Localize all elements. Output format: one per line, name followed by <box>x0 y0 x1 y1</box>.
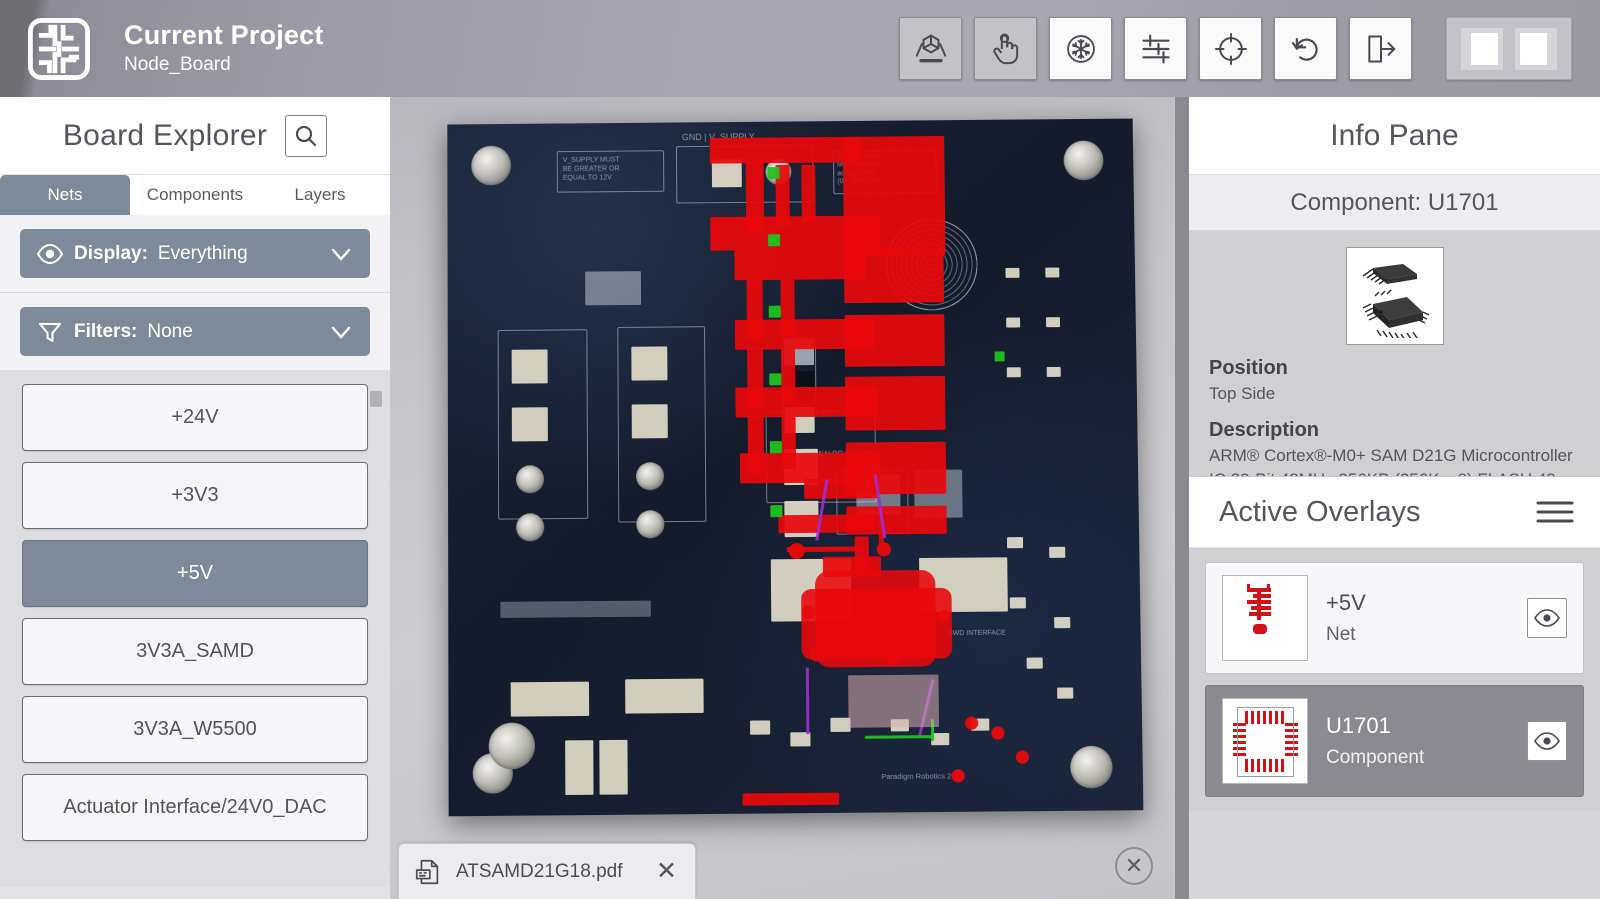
info-pane-header: Info Pane <box>1189 97 1600 175</box>
description-value: ARM® Cortex®-M0+ SAM D21G Microcontrolle… <box>1209 445 1573 476</box>
pdf-document-tab[interactable]: ATSAMD21G18.pdf ✕ <box>398 843 696 899</box>
search-icon[interactable] <box>285 114 328 157</box>
circuit-chip-icon <box>22 12 96 86</box>
filters-label: Filters: <box>74 320 138 342</box>
place-board-icon[interactable] <box>899 17 962 80</box>
page-title: Info Pane <box>1330 118 1459 152</box>
filters-dropdown[interactable]: Filters: None <box>20 307 370 356</box>
position-heading: Position <box>1209 357 1288 379</box>
snowflake-freeze-icon[interactable] <box>1049 17 1112 80</box>
display-control-group: Display: Everything <box>0 215 390 292</box>
net-trace-thumb <box>1222 575 1308 661</box>
active-overlays-header: Active Overlays <box>1189 476 1600 548</box>
scrollbar-thumb[interactable] <box>370 391 382 407</box>
board-explorer-header: Board Explorer <box>0 97 390 175</box>
list-item[interactable]: +3V3 <box>22 462 368 529</box>
list-item[interactable]: +24V <box>22 384 368 451</box>
eye-icon[interactable] <box>1527 598 1567 638</box>
list-item[interactable]: +5V Net <box>1205 562 1584 674</box>
exit-export-icon[interactable] <box>1349 17 1412 80</box>
explorer-tabs: Nets Components Layers <box>0 175 390 215</box>
close-icon[interactable]: ✕ <box>652 859 681 884</box>
crosshair-target-icon[interactable] <box>1199 17 1262 80</box>
net-list[interactable]: +24V +3V3 +5V 3V3A_SAMD 3V3A_W5500 Actua… <box>0 370 390 887</box>
tab-nets[interactable]: Nets <box>0 175 130 215</box>
tqfp-chip-photo <box>1345 247 1444 345</box>
eye-icon[interactable] <box>1527 721 1567 761</box>
list-item[interactable]: 3V3A_SAMD <box>22 618 368 685</box>
pdf-file-icon <box>413 857 443 887</box>
component-heading: Component: U1701 <box>1189 175 1600 231</box>
app-root: Current Project Node_Board GND | V_SUPPL… <box>0 0 1600 899</box>
board-explorer-panel: Board Explorer Nets Components Layers Di… <box>0 97 390 899</box>
info-pane-body: Info Pane Component: U1701 Position Top … <box>1189 97 1600 899</box>
position-value: Top Side <box>1209 384 1276 403</box>
pdf-filename: ATSAMD21G18.pdf <box>456 860 623 882</box>
info-pane-panel: Info Pane Component: U1701 Position Top … <box>1175 97 1600 899</box>
toggle-left-panel[interactable] <box>1461 27 1503 70</box>
overlay-name: U1701 <box>1326 713 1391 738</box>
scrollbar[interactable] <box>370 384 382 884</box>
overlay-type: Component <box>1326 747 1425 768</box>
page-title: Board Explorer <box>62 118 268 152</box>
filter-control-group: Filters: None <box>0 293 390 370</box>
sliders-settings-icon[interactable] <box>1124 17 1187 80</box>
close-circle-icon[interactable]: ✕ <box>1115 847 1153 885</box>
panel-toggle-group <box>1446 17 1572 80</box>
panel-edge-strip <box>1175 97 1189 899</box>
hamburger-menu-icon[interactable] <box>1534 497 1576 527</box>
overlay-labels: U1701 Component <box>1326 713 1509 769</box>
component-details: Position Top Side Description ARM® Corte… <box>1189 231 1600 476</box>
chevron-down-icon <box>328 241 354 267</box>
overlays-title: Active Overlays <box>1219 495 1421 528</box>
toggle-right-panel[interactable] <box>1515 27 1557 70</box>
hand-touch-icon[interactable] <box>974 17 1037 80</box>
undo-rotate-icon[interactable] <box>1274 17 1337 80</box>
toolbar <box>899 17 1572 80</box>
chevron-down-icon <box>328 319 354 345</box>
tab-components[interactable]: Components <box>130 175 260 215</box>
project-label: Current Project <box>124 20 324 51</box>
overlay-list: +5V Net U1701 Component <box>1189 548 1600 811</box>
overlay-name: +5V <box>1326 590 1366 615</box>
pcb-board-view[interactable]: GND | V_SUPPLY V_SUPPLY MUSTBE GREATER O… <box>447 118 1144 817</box>
eye-icon <box>36 240 64 268</box>
overlay-type: Net <box>1326 624 1356 645</box>
description-heading: Description <box>1209 418 1320 441</box>
project-info: Current Project Node_Board <box>124 21 324 76</box>
filters-value: None <box>147 320 193 342</box>
list-item[interactable]: Actuator Interface/24V0_DAC <box>22 774 368 841</box>
funnel-icon <box>36 318 64 346</box>
list-item[interactable]: +5V <box>22 540 368 607</box>
overlay-labels: +5V Net <box>1326 590 1509 646</box>
list-item[interactable]: 3V3A_W5500 <box>22 696 368 763</box>
tab-layers[interactable]: Layers <box>260 175 380 215</box>
display-label: Display: <box>74 242 148 264</box>
display-dropdown[interactable]: Display: Everything <box>20 229 370 278</box>
project-name: Node_Board <box>124 53 231 75</box>
app-header: Current Project Node_Board <box>0 0 1600 97</box>
qfp-pads-thumb <box>1222 698 1308 784</box>
list-item[interactable]: U1701 Component <box>1205 685 1584 797</box>
ar-viewport[interactable]: GND | V_SUPPLY V_SUPPLY MUSTBE GREATER O… <box>390 97 1175 899</box>
display-value: Everything <box>157 242 248 264</box>
